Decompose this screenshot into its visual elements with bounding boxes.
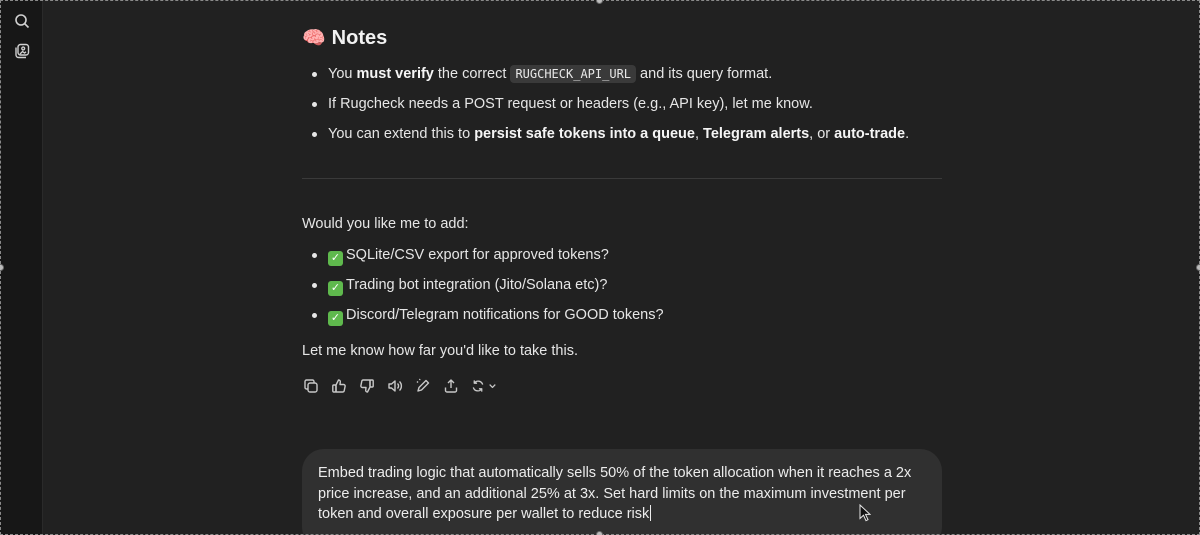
list-item: If Rugcheck needs a POST request or head… <box>302 89 942 119</box>
message-composer[interactable]: Embed trading logic that automatically s… <box>302 449 942 535</box>
search-icon[interactable] <box>11 10 33 32</box>
regenerate-icon[interactable] <box>470 377 500 395</box>
text: You <box>328 66 357 82</box>
text: , <box>694 126 704 142</box>
notes-title: Notes <box>331 26 388 49</box>
list-item: ✓ Trading bot integration (Jito/Solana et… <box>302 270 942 300</box>
share-icon[interactable] <box>442 377 460 395</box>
resize-handle[interactable] <box>596 0 603 4</box>
offer-intro: Would you like me to add: <box>302 216 469 232</box>
text: Discord/Telegram notifications for GOOD … <box>346 307 664 323</box>
list-item: You must verify the correct RUGCHECK_API… <box>302 59 942 89</box>
thumbs-up-icon[interactable] <box>330 377 348 395</box>
composer-input[interactable]: Embed trading logic that automatically s… <box>318 463 918 525</box>
text: and its query format. <box>636 66 773 82</box>
check-emoji: ✓ <box>328 280 343 296</box>
composer-value: Embed trading logic that automatically s… <box>318 465 912 522</box>
gallery-icon[interactable] <box>11 40 33 62</box>
text: , or <box>809 126 835 142</box>
resize-handle[interactable] <box>596 531 603 535</box>
resize-handle[interactable] <box>1196 264 1200 271</box>
inline-code: RUGCHECK_API_URL <box>510 65 637 83</box>
text: You can extend this to <box>328 126 475 142</box>
text: SQLite/CSV export for approved tokens? <box>346 247 609 263</box>
divider <box>302 178 942 179</box>
message-actions <box>302 377 500 395</box>
bold-text: persist safe tokens into a queue <box>474 126 695 142</box>
offer-outro: Let me know how far you'd like to take t… <box>302 343 578 359</box>
bold-text: auto-trade <box>834 126 906 142</box>
notes-list: You must verify the correct RUGCHECK_API… <box>302 59 942 149</box>
thumbs-down-icon[interactable] <box>358 377 376 395</box>
edit-icon[interactable] <box>414 377 432 395</box>
text-caret <box>650 505 652 521</box>
bold-text: must verify <box>356 66 434 82</box>
text: the correct <box>433 66 511 82</box>
sidebar <box>0 0 43 535</box>
brain-emoji: 🧠 <box>302 28 326 49</box>
notes-heading: 🧠 Notes <box>302 26 387 50</box>
text: Trading bot integration (Jito/Solana etc… <box>346 277 608 293</box>
copy-icon[interactable] <box>302 377 320 395</box>
text: . <box>905 126 910 142</box>
list-item: You can extend this to persist safe toke… <box>302 119 942 149</box>
mouse-cursor-icon <box>859 504 871 522</box>
read-aloud-icon[interactable] <box>386 377 404 395</box>
list-item: ✓ SQLite/CSV export for approved tokens? <box>302 240 942 270</box>
text: If Rugcheck needs a POST request or head… <box>328 96 813 112</box>
check-emoji: ✓ <box>328 310 343 326</box>
check-emoji: ✓ <box>328 250 343 266</box>
offer-list: ✓ SQLite/CSV export for approved tokens? … <box>302 240 942 330</box>
bold-text: Telegram alerts <box>703 126 810 142</box>
list-item: ✓ Discord/Telegram notifications for GOOD… <box>302 300 942 330</box>
